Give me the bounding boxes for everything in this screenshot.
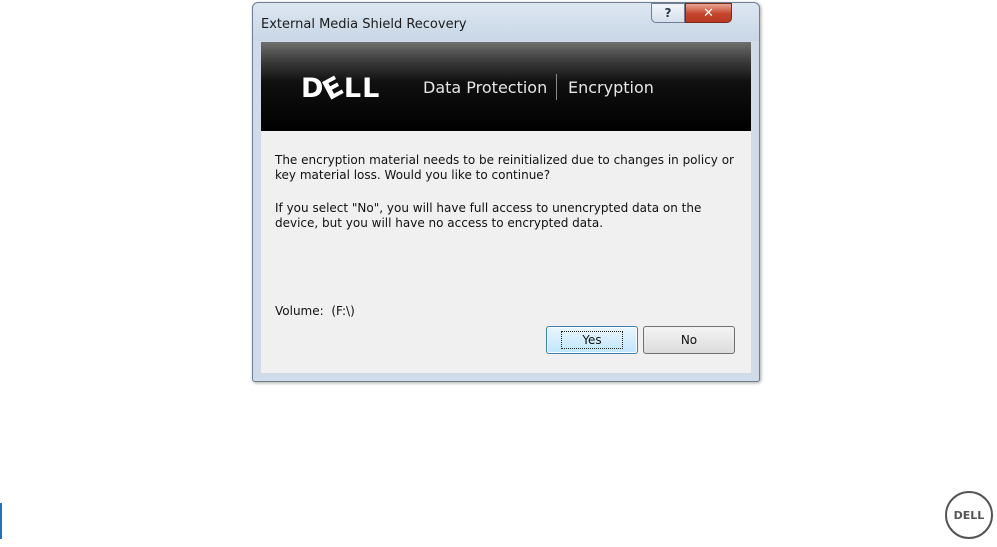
volume-info: Volume: (F:\)	[275, 304, 355, 318]
message-paragraph-1: The encryption material needs to be rein…	[275, 153, 734, 182]
yes-button-label: Yes	[561, 331, 623, 349]
message-paragraph-2: If you select "No", you will have full a…	[275, 201, 702, 230]
dialog-content: The encryption material needs to be rein…	[261, 131, 751, 373]
banner-tagline-data-protection: Data Protection	[423, 78, 548, 97]
volume-label: Volume:	[275, 304, 324, 318]
dell-logo: DELL	[301, 70, 381, 107]
page-side-marker	[0, 503, 2, 539]
corner-dell-logo: DELL	[945, 491, 993, 539]
no-button-label: No	[680, 333, 698, 347]
banner-tagline-encryption: Encryption	[568, 78, 654, 97]
help-button[interactable]: ?	[651, 3, 685, 23]
brand-banner: DELL Data Protection Encryption	[261, 42, 751, 131]
close-icon: ✕	[703, 5, 714, 21]
banner-divider	[556, 74, 557, 100]
corner-logo-text: DELL	[953, 508, 985, 522]
help-icon: ?	[664, 6, 672, 20]
volume-value: (F:\)	[331, 304, 355, 318]
close-button[interactable]: ✕	[685, 3, 732, 23]
yes-button[interactable]: Yes	[546, 326, 638, 354]
title-bar[interactable]: External Media Shield Recovery ? ✕	[253, 3, 759, 41]
dialog-window: External Media Shield Recovery ? ✕ DELL …	[252, 2, 760, 382]
no-button[interactable]: No	[643, 326, 735, 354]
window-title: External Media Shield Recovery	[261, 17, 467, 32]
